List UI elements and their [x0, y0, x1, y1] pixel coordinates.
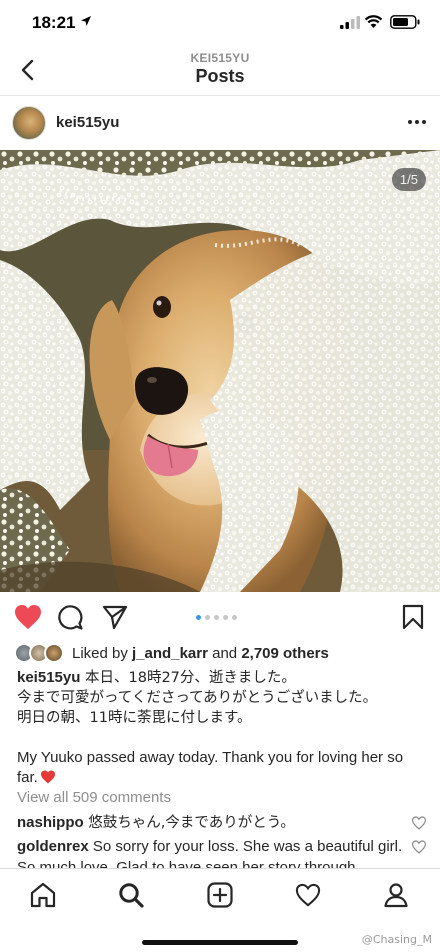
comment: goldenrex So sorry for your loss. She wa…	[17, 836, 407, 870]
carousel-dot	[223, 615, 228, 620]
carousel-dot	[232, 615, 237, 620]
activity-icon	[295, 883, 321, 907]
share-icon	[102, 605, 128, 630]
liker-username[interactable]: j_and_karr	[132, 645, 208, 662]
comment-username[interactable]: goldenrex	[17, 838, 89, 855]
tab-profile[interactable]	[378, 877, 414, 913]
bookmark-icon	[402, 604, 424, 630]
profile-icon	[384, 883, 408, 908]
status-time: 18:21	[32, 13, 76, 32]
post-photo[interactable]: 1/5	[0, 150, 440, 592]
wifi-icon	[364, 15, 383, 28]
more-icon	[408, 120, 412, 124]
likes-prefix: Liked by	[72, 644, 133, 662]
avatar[interactable]	[12, 106, 46, 140]
share-button[interactable]	[100, 602, 130, 632]
caption-line: 本日、18時27分、逝きました。	[80, 670, 296, 686]
carousel-dot	[214, 615, 219, 620]
carousel-dot	[205, 615, 210, 620]
likes-text: Liked by j_and_karr and 2,709 others	[72, 645, 329, 662]
cellular-signal-icon	[340, 16, 360, 29]
watermark: @Chasing_M	[361, 933, 432, 946]
avatar	[44, 643, 64, 663]
comment-icon	[58, 605, 83, 630]
tab-activity[interactable]	[290, 877, 326, 913]
caption-line: 今まで可愛がってくださってありがとうございました。	[17, 690, 378, 706]
page-title: Posts	[195, 66, 245, 86]
comment-button[interactable]	[55, 602, 85, 632]
header-account-name: KEI515YU	[190, 51, 250, 65]
likes-summary[interactable]: Liked by j_and_karr and 2,709 others	[14, 642, 329, 664]
search-icon	[119, 883, 144, 908]
like-button[interactable]	[13, 602, 43, 632]
red-heart-emoji-icon	[40, 770, 55, 784]
carousel-dot	[196, 615, 201, 620]
dog-in-flowers-image	[0, 150, 440, 592]
comment-like-icon[interactable]	[411, 840, 427, 854]
tab-search[interactable]	[113, 877, 149, 913]
carousel-indicator	[196, 615, 237, 620]
likes-count[interactable]: 2,709 others	[241, 645, 329, 662]
post-caption: kei515yu 本日、18時27分、逝きました。 今まで可愛がってくださってあ…	[17, 668, 427, 788]
heart-filled-icon	[15, 605, 41, 629]
bottom-tab-bar: @Chasing_M	[0, 868, 440, 952]
view-all-comments-link[interactable]: View all 509 comments	[17, 789, 171, 806]
tab-add-post[interactable]	[202, 877, 238, 913]
comment-username[interactable]: nashippo	[17, 814, 84, 831]
post-actions	[0, 594, 440, 638]
carousel-page-counter: 1/5	[391, 168, 426, 191]
status-bar: 18:21	[0, 0, 440, 46]
tab-home[interactable]	[25, 877, 61, 913]
comment-like-icon[interactable]	[411, 816, 427, 830]
liker-avatars	[14, 643, 66, 663]
likes-connector: and	[207, 644, 242, 662]
home-indicator	[142, 940, 298, 945]
add-post-icon	[207, 882, 233, 908]
navigation-header: KEI515YU Posts	[0, 46, 440, 96]
comment-text: 悠鼓ちゃん,今までありがとう。	[83, 815, 295, 831]
caption-english-text: My Yuuko passed away today. Thank you fo…	[17, 749, 404, 786]
post-username[interactable]: kei515yu	[56, 114, 119, 131]
location-arrow-icon	[81, 16, 91, 26]
bookmark-button[interactable]	[398, 602, 428, 632]
comment: nashippo 悠鼓ちゃん,今までありがとう。	[17, 812, 407, 834]
battery-icon	[390, 15, 420, 29]
home-icon	[30, 882, 56, 908]
post-header: kei515yu	[0, 96, 440, 150]
caption-username[interactable]: kei515yu	[17, 669, 80, 686]
caption-line: 明日の朝、11時に荼毘に付します。	[17, 710, 252, 726]
more-options-button[interactable]	[404, 112, 430, 132]
